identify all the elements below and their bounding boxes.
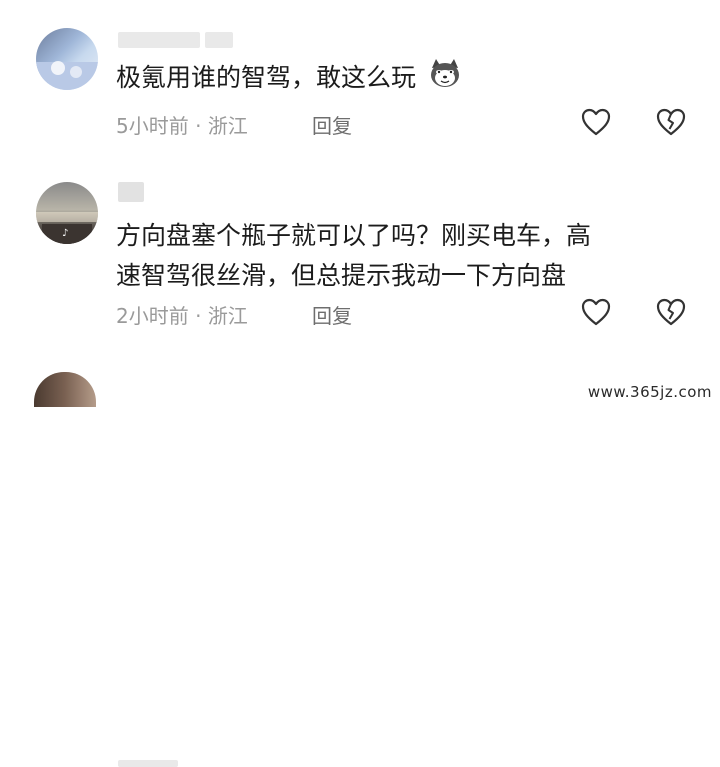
location: 浙江	[207, 114, 248, 138]
username[interactable]	[118, 182, 144, 202]
username	[205, 32, 233, 48]
broken-heart-icon[interactable]	[656, 298, 686, 326]
avatar[interactable]: ♪	[36, 182, 98, 244]
svg-text:♪: ♪	[62, 228, 68, 239]
avatar[interactable]	[34, 372, 96, 407]
username[interactable]	[118, 760, 178, 767]
heart-outline-icon[interactable]	[581, 298, 611, 326]
avatar[interactable]	[36, 28, 98, 90]
comment-text: 极氪用谁的智驾，敢这么玩	[116, 58, 462, 100]
timestamp: 5小时前	[116, 114, 189, 138]
separator: ·	[195, 114, 202, 138]
husky-dog-emoji	[428, 58, 462, 100]
separator: ·	[195, 304, 202, 328]
watermark: www.365jz.com	[587, 383, 712, 401]
reply-button[interactable]: 回复	[312, 300, 352, 329]
comment-meta: 5小时前 · 浙江	[116, 110, 248, 139]
comment-text: 方向盘塞个瓶子就可以了吗？刚买电车，高 速智驾很丝滑，但总提示我动一下方向盘	[116, 221, 592, 290]
timestamp: 2小时前	[116, 304, 189, 328]
username[interactable]	[118, 32, 200, 48]
location: 浙江	[207, 304, 248, 328]
heart-outline-icon[interactable]	[581, 108, 611, 136]
comment-item: 极氪用谁的智驾，敢这么玩 5小时前 · 浙江 回复	[0, 0, 720, 150]
comment-meta: 2小时前 · 浙江	[116, 300, 248, 329]
reply-button[interactable]: 回复	[312, 110, 352, 139]
broken-heart-icon[interactable]	[656, 108, 686, 136]
comment-item: ♪ 方向盘塞个瓶子就可以了吗？刚买电车，高 速智驾很丝滑，但总提示我动一下方向盘…	[0, 160, 720, 350]
